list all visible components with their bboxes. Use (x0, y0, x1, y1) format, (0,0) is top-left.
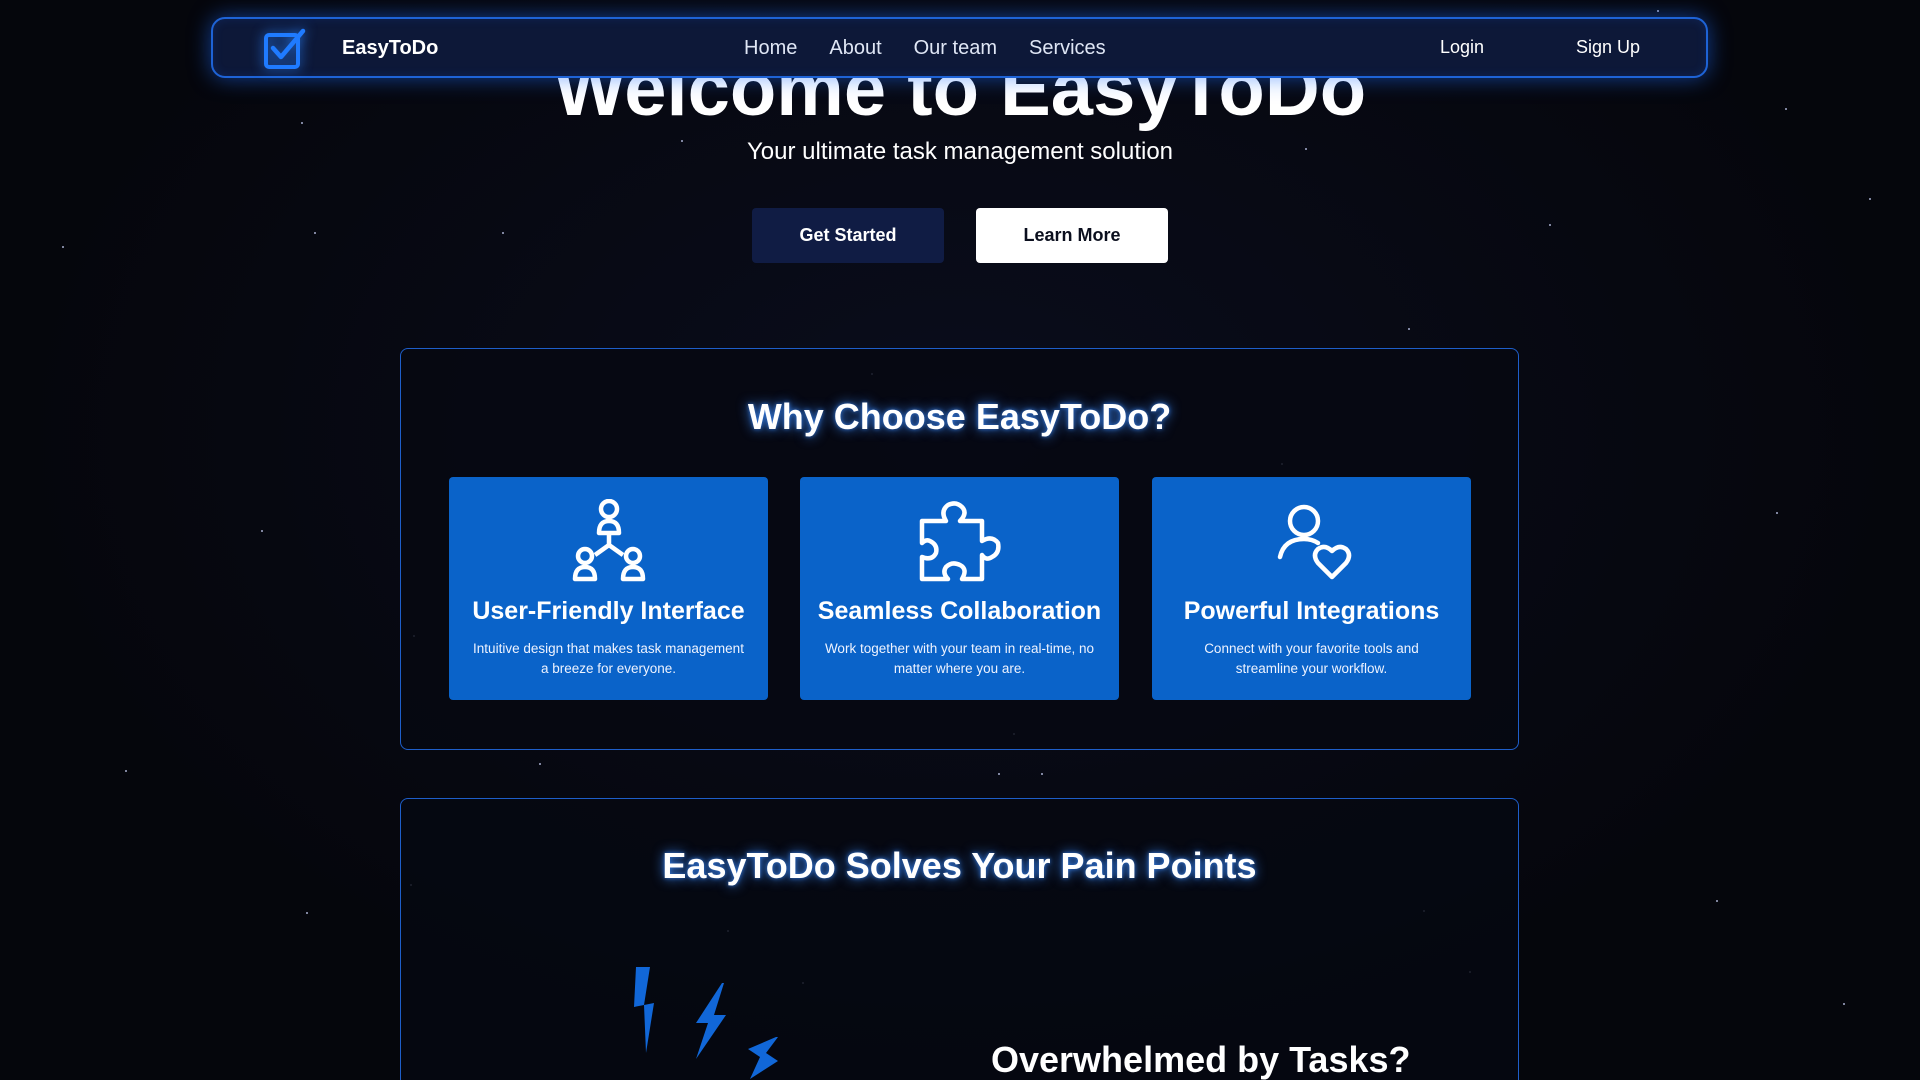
card-title: Seamless Collaboration (817, 597, 1102, 625)
card-description: Work together with your team in real-tim… (824, 641, 1095, 676)
card-title: Powerful Integrations (1183, 597, 1440, 625)
user-heart-icon (1152, 499, 1471, 583)
nav-services-link[interactable]: Services (1029, 37, 1106, 60)
card-title: User-Friendly Interface (472, 597, 745, 625)
brand-name[interactable]: EasyToDo (342, 37, 438, 60)
get-started-button[interactable]: Get Started (752, 208, 944, 263)
card-description: Connect with your favorite tools and str… (1204, 641, 1419, 676)
lightning-bolts-icon (626, 967, 826, 1080)
feature-card-integrations: Powerful Integrations Connect with your … (1152, 477, 1471, 700)
hero-subtitle: Your ultimate task management solution (746, 138, 1174, 165)
card-description: Intuitive design that makes task managem… (473, 641, 744, 676)
learn-more-button[interactable]: Learn More (976, 208, 1168, 263)
nav-home-link[interactable]: Home (744, 37, 797, 60)
feature-card-collaboration: Seamless Collaboration Work together wit… (800, 477, 1119, 700)
hierarchy-users-icon (449, 499, 768, 583)
navbar: EasyToDo Home About Our team Services Lo… (211, 17, 1708, 78)
login-button[interactable]: Login (1440, 37, 1484, 58)
nav-our-team-link[interactable]: Our team (914, 37, 997, 60)
nav-links: Home About Our team Services (744, 37, 1106, 60)
nav-about-link[interactable]: About (829, 37, 881, 60)
page: Welcome to EasyToDo Your ultimate task m… (0, 0, 1920, 1080)
feature-card-user-friendly: User-Friendly Interface Intuitive design… (449, 477, 768, 700)
why-choose-title: Why Choose EasyToDo? (747, 396, 1172, 437)
pain-heading: Overwhelmed by Tasks? (991, 1039, 1411, 1080)
puzzle-icon (800, 499, 1119, 583)
pain-points-section: EasyToDo Solves Your Pain Points Overwhe… (400, 798, 1519, 1080)
checkbox-logo-icon[interactable] (263, 28, 307, 70)
sign-up-button[interactable]: Sign Up (1576, 37, 1640, 58)
pain-points-title: EasyToDo Solves Your Pain Points (662, 845, 1257, 886)
why-choose-section: Why Choose EasyToDo? User-Friendly Inter… (400, 348, 1519, 750)
